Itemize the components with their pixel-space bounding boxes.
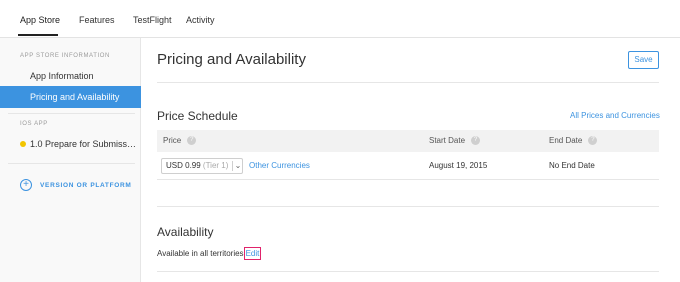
availability-text: Available in all territories Edit: [157, 247, 262, 260]
save-button[interactable]: Save: [628, 51, 659, 69]
top-navigation: App Store Features TestFlight Activity: [0, 0, 680, 38]
help-icon[interactable]: ?: [471, 136, 481, 146]
availability-status: Available in all territories: [157, 249, 244, 258]
sidebar-item-version[interactable]: 1.0 Prepare for Submiss…: [0, 133, 141, 155]
section-divider: [157, 82, 659, 83]
help-icon[interactable]: ?: [187, 136, 197, 146]
sidebar-divider: [8, 113, 135, 114]
price-tier-select[interactable]: USD 0.99 (Tier 1) ⌄: [161, 158, 243, 174]
sidebar-section-header-app-store-info: APP STORE INFORMATION: [20, 53, 110, 59]
price-value: USD 0.99: [166, 161, 201, 170]
section-divider: [157, 206, 659, 207]
availability-title: Availability: [157, 225, 214, 239]
column-header-price: Price?: [163, 130, 197, 152]
tab-app-store[interactable]: App Store: [20, 15, 60, 25]
table-row-divider: [157, 179, 659, 180]
plus-circle-icon: +: [20, 179, 32, 191]
section-divider: [157, 271, 659, 272]
start-date-value: August 19, 2015: [429, 161, 488, 170]
other-currencies-link[interactable]: Other Currencies: [249, 161, 310, 170]
add-version-button[interactable]: + VERSION OR PLATFORM: [20, 178, 132, 192]
sidebar-item-pricing-availability[interactable]: Pricing and Availability: [0, 86, 141, 108]
add-version-label: VERSION OR PLATFORM: [40, 181, 132, 189]
end-date-value: No End Date: [549, 161, 595, 170]
edit-availability-link[interactable]: Edit: [243, 247, 262, 260]
main-content: Pricing and Availability Save Price Sche…: [141, 38, 680, 282]
sidebar-section-header-ios-app: IOS APP: [20, 121, 48, 127]
sidebar-item-app-information[interactable]: App Information: [0, 65, 141, 87]
column-header-end-date: End Date?: [549, 130, 598, 152]
column-header-start-date: Start Date?: [429, 130, 481, 152]
help-icon[interactable]: ?: [588, 136, 598, 146]
select-divider: [232, 161, 233, 171]
price-schedule-title: Price Schedule: [157, 109, 238, 123]
all-prices-link[interactable]: All Prices and Currencies: [570, 111, 660, 120]
active-tab-indicator: [18, 34, 58, 36]
sidebar: APP STORE INFORMATION App Information Pr…: [0, 38, 141, 282]
price-tier: (Tier 1): [202, 161, 229, 170]
page-title: Pricing and Availability: [157, 51, 306, 68]
chevron-down-icon: ⌄: [234, 161, 242, 170]
tab-features[interactable]: Features: [79, 15, 115, 25]
sidebar-divider: [8, 163, 135, 164]
tab-activity[interactable]: Activity: [186, 15, 215, 25]
price-table-header: Price? Start Date? End Date?: [157, 130, 659, 152]
tab-testflight[interactable]: TestFlight: [133, 15, 172, 25]
